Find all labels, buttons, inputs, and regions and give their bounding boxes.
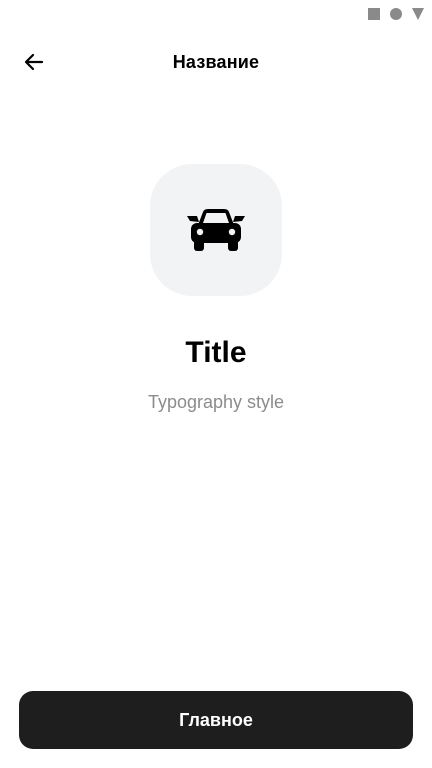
triangle-icon xyxy=(412,8,424,20)
square-icon xyxy=(368,8,380,20)
app-bar: Название xyxy=(0,34,432,90)
car-icon xyxy=(187,209,245,251)
status-icons xyxy=(368,8,424,20)
icon-tile xyxy=(150,164,282,296)
content-title: Title xyxy=(185,336,247,369)
page-title: Название xyxy=(172,52,260,72)
status-bar xyxy=(0,0,432,28)
content-subtitle: Typography style xyxy=(147,392,285,412)
circle-icon xyxy=(390,8,402,20)
primary-button[interactable]: Главное xyxy=(19,691,413,749)
